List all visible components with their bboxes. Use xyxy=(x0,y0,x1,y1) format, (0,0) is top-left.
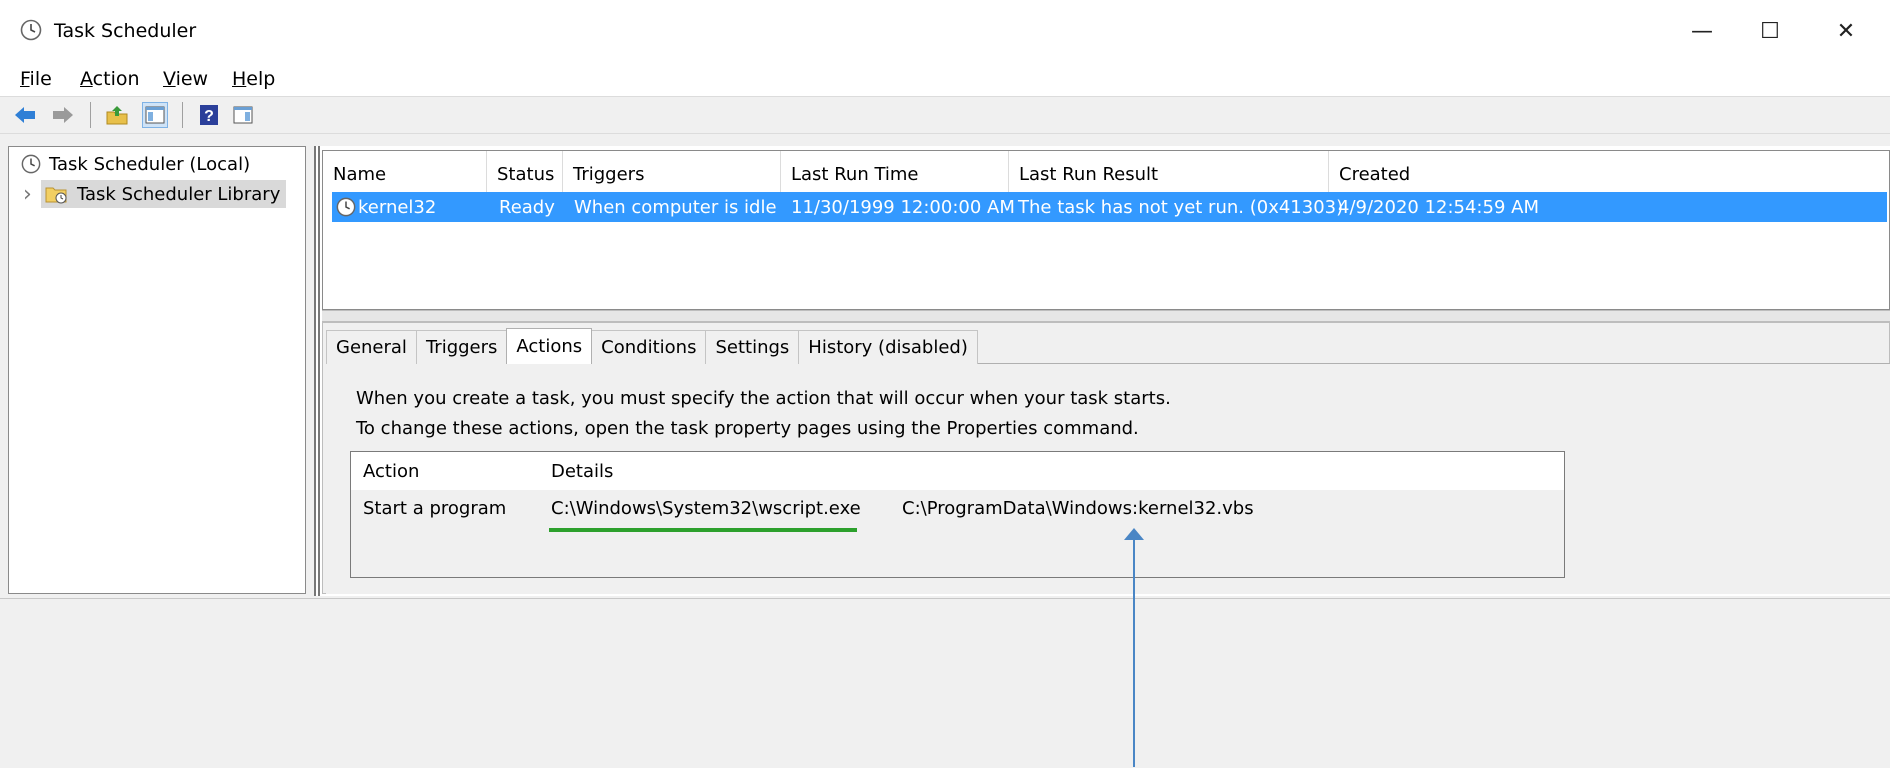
tree-item-task-scheduler-library[interactable]: › Task Scheduler Library xyxy=(9,179,287,209)
task-name: kernel32 xyxy=(358,196,437,218)
task-created: 4/9/2020 12:54:59 AM xyxy=(1338,196,1539,218)
tree-item-label: Task Scheduler Library xyxy=(77,183,281,205)
forward-arrow-icon[interactable] xyxy=(50,102,76,128)
actions-grid-header: Action Details xyxy=(351,452,1564,490)
actions-description-line1: When you create a task, you must specify… xyxy=(356,388,1171,409)
task-clock-icon xyxy=(336,192,356,222)
table-row[interactable]: Start a program C:\Windows\System32\wscr… xyxy=(351,490,1564,528)
column-header-triggers[interactable]: Triggers xyxy=(563,151,781,197)
tab-strip: General Triggers Actions Conditions Sett… xyxy=(326,328,978,364)
status-bar xyxy=(0,598,1890,768)
tab-conditions[interactable]: Conditions xyxy=(591,330,707,364)
tab-history[interactable]: History (disabled) xyxy=(798,330,978,364)
action-arguments: C:\ProgramData\Windows:kernel32.vbs xyxy=(902,498,1254,519)
task-last-run-result: The task has not yet run. (0x41303) xyxy=(1018,196,1344,218)
menu-file[interactable]: File xyxy=(20,66,52,92)
window-title: Task Scheduler xyxy=(54,20,197,42)
tab-general[interactable]: General xyxy=(326,330,417,364)
tab-triggers[interactable]: Triggers xyxy=(415,330,508,364)
column-header-name[interactable]: Name xyxy=(323,151,487,197)
tree-item-selection: Task Scheduler Library xyxy=(41,180,287,208)
toolbar-separator xyxy=(90,102,91,128)
task-status: Ready xyxy=(499,196,555,218)
table-row[interactable]: kernel32 Ready When computer is idle 11/… xyxy=(332,192,1887,222)
svg-text:?: ? xyxy=(204,108,214,125)
actions-description-line2: To change these actions, open the task p… xyxy=(356,418,1139,439)
column-header-status[interactable]: Status xyxy=(487,151,563,197)
arrow-annotation-shaft xyxy=(1133,540,1135,767)
maximize-icon: ☐ xyxy=(1760,18,1780,44)
menu-help[interactable]: Help xyxy=(232,66,275,92)
task-triggers: When computer is idle xyxy=(574,196,777,218)
tree-item-task-scheduler-local[interactable]: Task Scheduler (Local) xyxy=(9,149,250,179)
column-header-last-run-time[interactable]: Last Run Time xyxy=(781,151,1009,197)
menu-action[interactable]: Action xyxy=(80,66,140,92)
action-program: C:\Windows\System32\wscript.exe xyxy=(551,498,861,519)
close-icon: ✕ xyxy=(1836,18,1856,44)
minimize-button[interactable]: — xyxy=(1672,8,1732,54)
expand-chevron-icon[interactable]: › xyxy=(23,182,41,207)
toolbar-separator xyxy=(182,102,183,128)
maximize-button[interactable]: ☐ xyxy=(1740,8,1800,54)
program-underline-annotation xyxy=(549,528,857,532)
column-header-last-run-result[interactable]: Last Run Result xyxy=(1009,151,1329,197)
up-folder-icon[interactable] xyxy=(104,102,130,128)
task-last-run-time: 11/30/1999 12:00:00 AM xyxy=(791,196,1015,218)
task-list: Name Status Triggers Last Run Time Last … xyxy=(322,150,1890,310)
help-icon[interactable]: ? xyxy=(196,102,222,128)
tab-settings[interactable]: Settings xyxy=(705,330,800,364)
close-button[interactable]: ✕ xyxy=(1816,8,1876,54)
tab-actions[interactable]: Actions xyxy=(506,328,593,364)
column-header-action[interactable]: Action xyxy=(363,461,419,482)
console-tree: Task Scheduler (Local) › Task Scheduler … xyxy=(8,146,306,594)
menu-view[interactable]: View xyxy=(163,66,208,92)
folder-clock-icon xyxy=(45,183,69,205)
column-header-created[interactable]: Created xyxy=(1329,151,1569,197)
menu-bar: File Action View Help xyxy=(0,62,1890,96)
column-header-details[interactable]: Details xyxy=(551,461,613,482)
action-type: Start a program xyxy=(363,498,507,519)
tree-item-label: Task Scheduler (Local) xyxy=(49,153,251,175)
clock-icon xyxy=(21,154,41,174)
show-hide-console-tree-icon[interactable] xyxy=(142,102,168,128)
clock-icon xyxy=(20,19,42,41)
pane-splitter[interactable] xyxy=(322,310,1890,322)
actions-grid: Action Details Start a program C:\Window… xyxy=(350,451,1565,578)
title-bar: Task Scheduler — ☐ ✕ xyxy=(0,0,1890,62)
toolbar: ? xyxy=(0,96,1890,134)
back-arrow-icon[interactable] xyxy=(12,102,38,128)
show-hide-action-pane-icon[interactable] xyxy=(230,102,256,128)
minimize-icon: — xyxy=(1691,18,1713,44)
